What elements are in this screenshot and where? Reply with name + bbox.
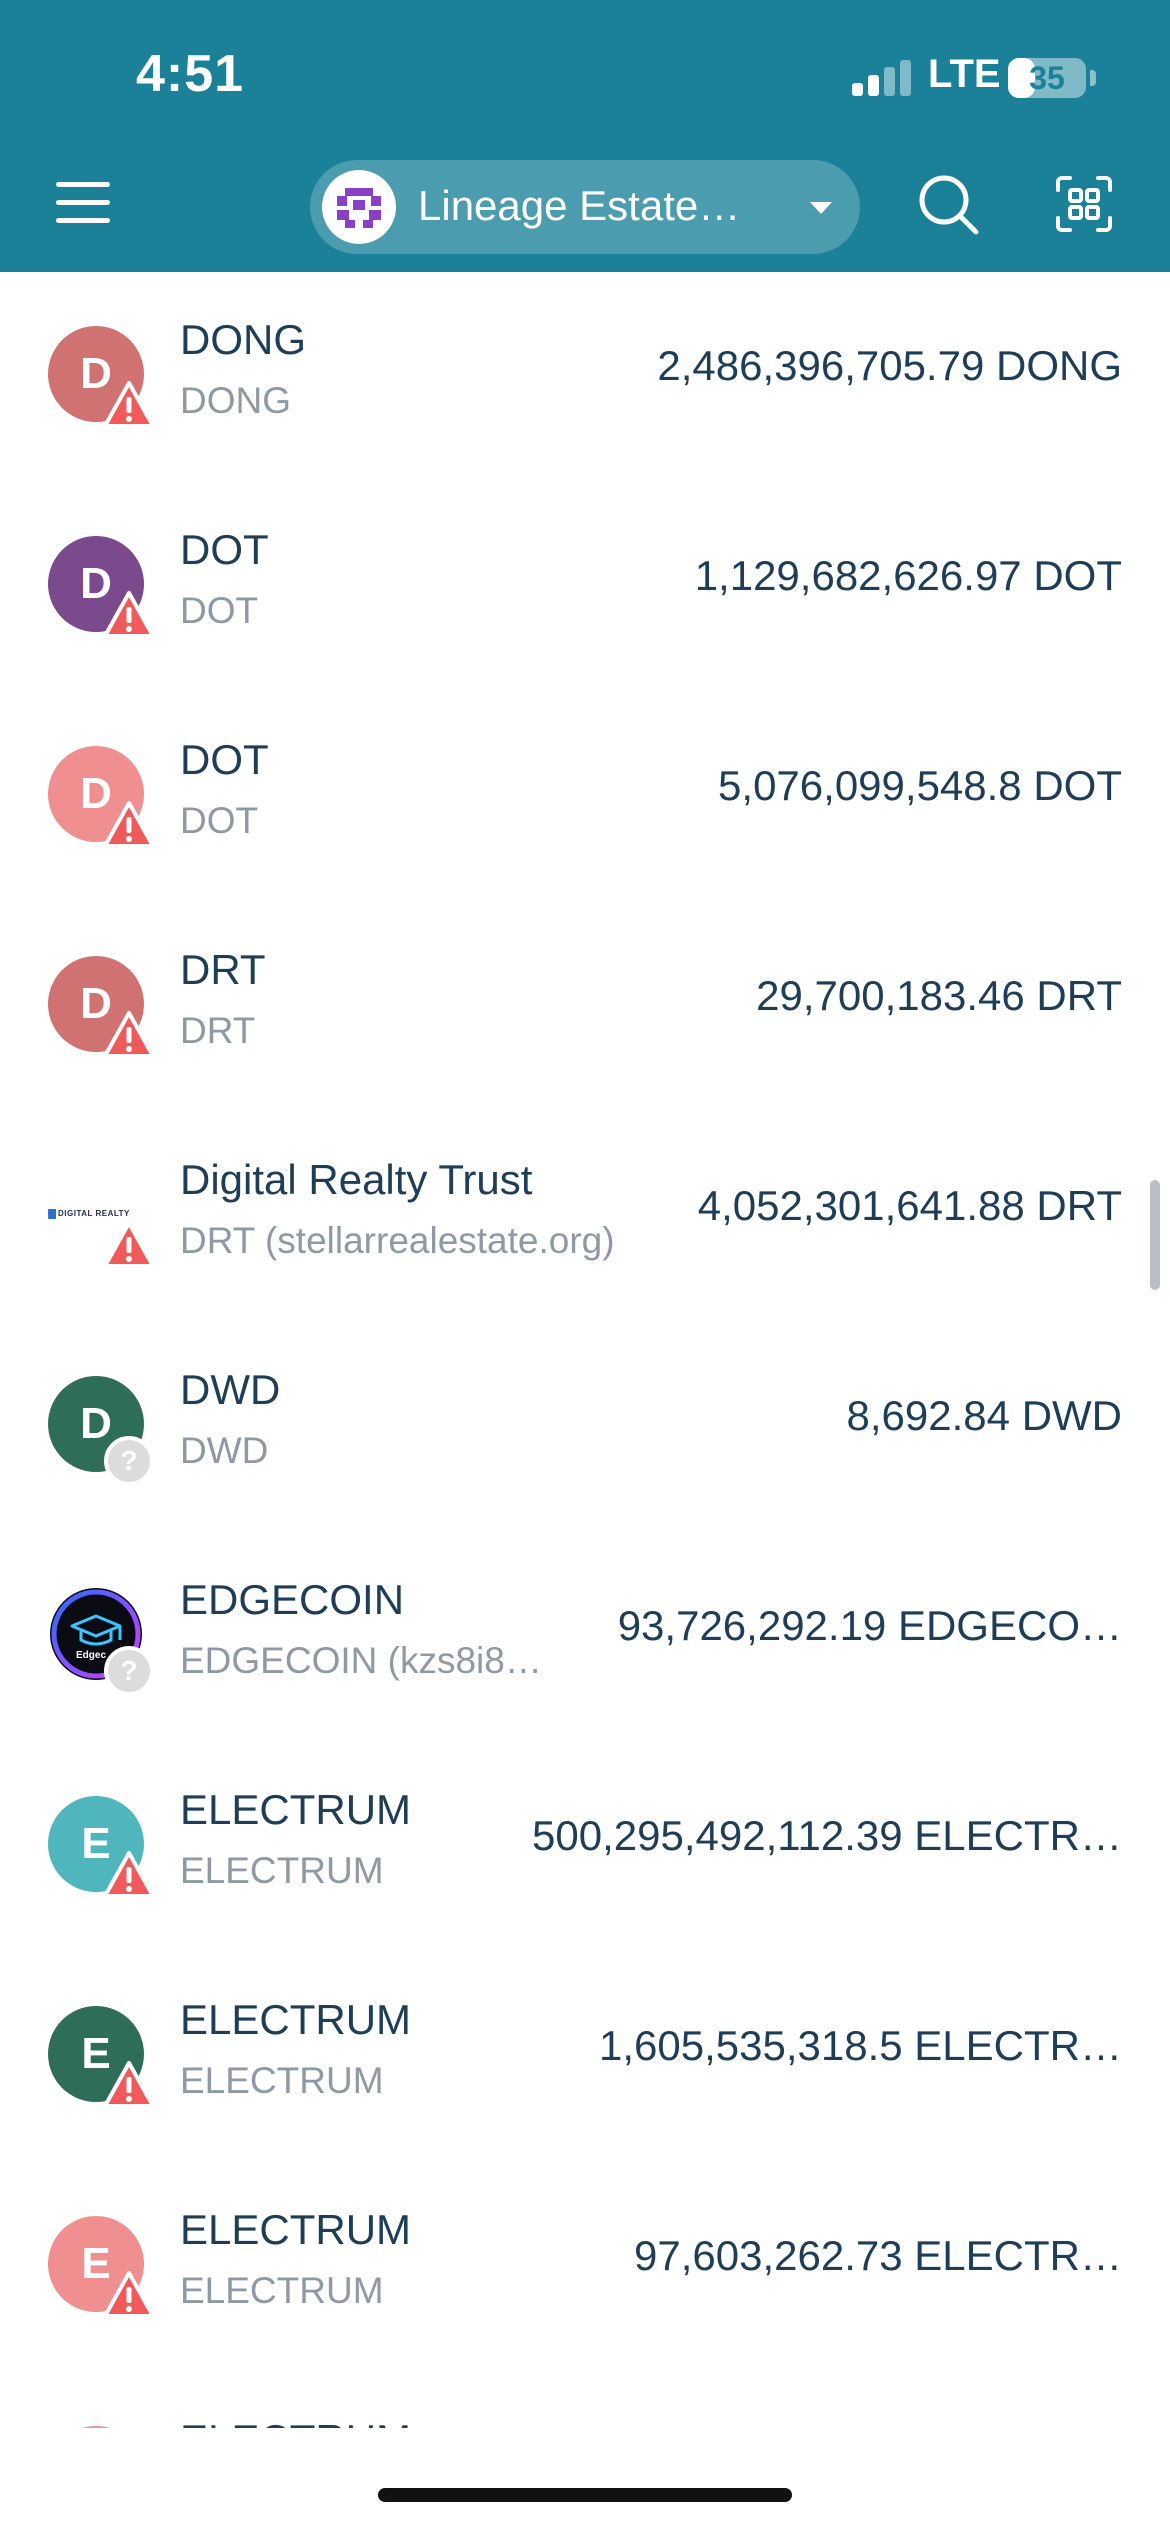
token-balance: 93,726,292.19 EDGECO… [617, 1602, 1122, 1649]
battery-cap [1090, 70, 1096, 86]
logo-text: Edgec [76, 1650, 106, 1661]
token-code: DRT (stellarrealestate.org) [180, 1220, 615, 1261]
network-label: LTE [928, 52, 1001, 96]
token-balance: 97,603,262.73 ELECTR… [634, 2232, 1122, 2279]
token-list: D DONG DONG 2,486,396,705.79 DONG D DOT DOT 1,1… [0, 272, 1170, 2428]
token-balance: 29,700,183.46 DRT [756, 972, 1122, 1019]
signal-icon [852, 60, 914, 96]
token-name: DWD [180, 1366, 281, 1413]
token-code: DWD [180, 1430, 269, 1471]
hamburger-menu-icon[interactable] [48, 172, 120, 234]
warning-icon [102, 800, 156, 850]
token-row[interactable]: D DOT DOT 1,129,682,626.97 DOT [0, 482, 1170, 692]
chevron-down-icon [810, 202, 832, 214]
token-name: ELECTRUM [180, 1996, 412, 2043]
token-name: ELECTRUM [180, 2416, 411, 2428]
question-icon: ? [104, 1436, 154, 1486]
status-time: 4:51 [136, 45, 245, 103]
account-avatar [322, 170, 396, 244]
warning-icon [102, 1010, 156, 1060]
token-balance: 8,692.84 DWD [846, 1392, 1122, 1439]
token-row[interactable]: Edgec? EDGECOIN EDGECOIN (kzs8i8… 93,726,29… [0, 1532, 1170, 1742]
warning-icon [102, 380, 156, 430]
warning-icon [102, 2270, 156, 2320]
token-row[interactable]: DIGITAL REALTY Digital Realty Trust DRT (s… [0, 1112, 1170, 1322]
token-code: EDGECOIN (kzs8i8… [180, 1640, 542, 1681]
token-balance: 1,129,682,626.97 DOT [694, 552, 1122, 599]
warning-icon [102, 590, 156, 640]
token-name: Digital Realty Trust [180, 1156, 533, 1203]
token-row[interactable]: D DRT DRT 29,700,183.46 DRT [0, 902, 1170, 1112]
token-balance: 1,605,535,318.5 ELECTR… [599, 2022, 1122, 2069]
token-balance: 2,486,396,705.79 DONG [657, 342, 1122, 389]
warning-icon [102, 2060, 156, 2110]
qr-scan-icon[interactable] [1054, 174, 1114, 234]
token-name: ELECTRUM [180, 2206, 412, 2253]
token-name: EDGECOIN [180, 1576, 405, 1623]
home-indicator [378, 2488, 792, 2502]
token-row[interactable]: D? DWD DWD 8,692.84 DWD [0, 1322, 1170, 1532]
question-icon: ? [104, 1646, 154, 1696]
token-row[interactable]: E ELECTRUM ELECTRUM 500,295,492,112.39 ELEC… [0, 1742, 1170, 1952]
token-row[interactable]: D DOT DOT 5,076,099,548.8 DOT [0, 692, 1170, 902]
screen: 4:51 LTE 35 Lineage Estate… D DONG DONG … [0, 0, 1170, 2532]
token-row[interactable]: E ELECTRUM ELECTRUM 1,605,535,318.5 ELECTR… [0, 1952, 1170, 2162]
token-balance: 4,052,301,641.88 DRT [697, 1182, 1122, 1229]
token-code: DRT [180, 1010, 256, 1051]
search-icon[interactable] [916, 172, 982, 238]
account-name: Lineage Estate… [418, 182, 741, 229]
token-name: ELECTRUM [180, 1786, 412, 1833]
token-code: DONG [180, 380, 291, 421]
token-code: DOT [180, 800, 259, 841]
token-row[interactable]: E ELECTRUM ELECTRUM 97,603,262.73 ELECTR… [0, 2162, 1170, 2372]
token-balance: 5,076,099,548.8 DOT [718, 762, 1122, 809]
battery-icon: 35 [1008, 58, 1086, 98]
token-name: DOT [180, 526, 269, 573]
account-selector[interactable]: Lineage Estate… [310, 160, 860, 254]
token-name: DRT [180, 946, 266, 993]
token-name: DOT [180, 736, 269, 783]
logo-text: DIGITAL REALTY [58, 1209, 130, 1218]
token-row[interactable]: D DONG DONG 2,486,396,705.79 DONG [0, 272, 1170, 482]
warning-icon [102, 1220, 156, 1270]
token-code: ELECTRUM [180, 2060, 384, 2101]
token-name: DONG [180, 316, 306, 363]
battery-level: 35 [1029, 60, 1065, 96]
token-avatar [48, 2426, 144, 2428]
warning-icon [102, 1850, 156, 1900]
token-balance: 500,295,492,112.39 ELECTR… [532, 1812, 1122, 1859]
scrollbar[interactable] [1150, 1180, 1160, 1290]
token-row[interactable]: ELECTRUM [0, 2372, 1170, 2428]
token-code: ELECTRUM [180, 2270, 384, 2311]
header: 4:51 LTE 35 Lineage Estate… [0, 0, 1170, 272]
token-code: ELECTRUM [180, 1850, 384, 1891]
token-code: DOT [180, 590, 259, 631]
